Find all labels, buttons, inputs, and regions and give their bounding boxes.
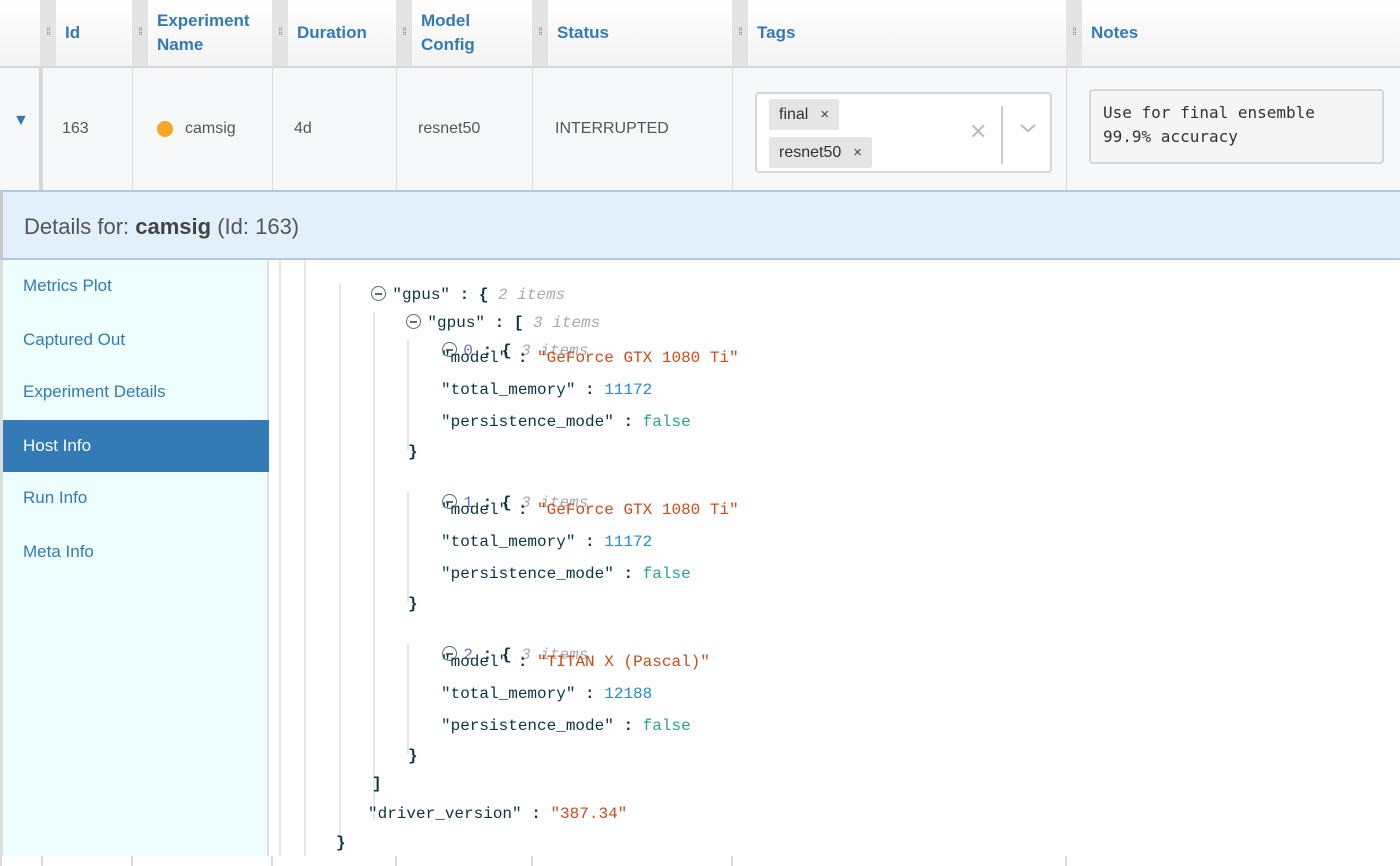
json-field-model: "model" : "GeForce GTX 1080 Ti" [441,349,739,367]
column-header-status[interactable]: ⁞⁞ Status [532,0,732,66]
json-close-brace: } [408,595,418,613]
column-header-notes[interactable]: ⁞⁞ Notes [1066,0,1400,66]
sidebar-item-captured-out[interactable]: Captured Out [3,314,269,366]
column-header-duration[interactable]: ⁞⁞ Duration [272,0,396,66]
divider [1001,106,1003,164]
sidebar-item-metrics-plot[interactable]: Metrics Plot [3,260,269,312]
drag-handle-icon[interactable]: ⁞⁞ [132,0,148,66]
json-field-total-memory: "total_memory" : 11172 [441,533,653,551]
indent-guide [339,284,341,840]
column-header-id[interactable]: ⁞⁞ Id [40,0,132,66]
column-header-tags[interactable]: ⁞⁞ Tags [732,0,1066,66]
cell-experiment-name: camsig [132,68,272,190]
indent-guide [373,312,375,820]
details-title: Details for: camsig (Id: 163) [24,214,300,239]
remove-tag-icon[interactable]: × [820,106,829,123]
table-bottom-strip [0,856,1400,866]
column-divider [41,856,43,866]
header-expand-column [0,0,40,66]
status-dot-icon [157,121,173,137]
column-divider [271,856,273,866]
sidebar-item-run-info[interactable]: Run Info [3,472,269,524]
cell-model-config: resnet50 [396,68,532,190]
row-expand-cell[interactable]: ▼ [0,68,42,190]
json-close-brace: } [336,834,346,852]
tag-chip: resnet50 × [769,137,873,168]
cell-status: INTERRUPTED [532,68,732,190]
json-field-model: "model" : "GeForce GTX 1080 Ti" [441,501,739,519]
table-header: ⁞⁞ Id ⁞⁞ Experiment Name ⁞⁞ Duration ⁞⁞ … [0,0,1400,68]
sidebar-item-meta-info[interactable]: Meta Info [3,526,269,578]
column-divider [531,856,533,866]
chevron-down-icon[interactable] [1019,121,1037,137]
drag-handle-icon[interactable]: ⁞⁞ [1066,0,1082,66]
remove-tag-icon[interactable]: × [853,144,862,161]
table-row[interactable]: ▼ 163 camsig 4d resnet50 INTERRUPTED fin… [0,68,1400,190]
tags-multiselect[interactable]: final × resnet50 × ✕ [755,92,1052,173]
column-header-model-config[interactable]: ⁞⁞ Model Config [396,0,532,66]
notes-textarea[interactable]: Use for final ensemble 99.9% accuracy [1089,89,1384,164]
drag-handle-icon[interactable]: ⁞⁞ [396,0,412,66]
column-divider [731,856,733,866]
json-viewer: "gpus" : { 2 items "gpus" : [ 3 items 0 … [271,260,1400,856]
json-close-brace: } [408,443,418,461]
json-field-persistence-mode: "persistence_mode" : false [441,717,691,735]
details-sidebar: Metrics Plot Captured Out Experiment Det… [0,260,269,856]
tag-chip: final × [769,99,840,130]
column-divider [0,856,2,866]
json-field-total-memory: "total_memory" : 11172 [441,381,653,399]
json-field-total-memory: "total_memory" : 12188 [441,685,653,703]
json-close-bracket: ] [372,775,382,793]
sidebar-item-experiment-details[interactable]: Experiment Details [3,366,269,418]
column-divider [131,856,133,866]
json-field-driver-version: "driver_version" : "387.34" [368,805,628,823]
drag-handle-icon[interactable]: ⁞⁞ [272,0,288,66]
indent-guide [304,260,306,856]
cell-id: 163 [42,68,132,190]
drag-handle-icon[interactable]: ⁞⁞ [40,0,56,66]
column-divider [395,856,397,866]
sidebar-item-host-info[interactable]: Host Info [3,420,269,472]
column-divider [1065,856,1067,866]
column-header-experiment-name[interactable]: ⁞⁞ Experiment Name [132,0,272,66]
drag-handle-icon[interactable]: ⁞⁞ [732,0,748,66]
details-header: Details for: camsig (Id: 163) [0,190,1400,260]
indent-guide [279,260,281,856]
cell-duration: 4d [272,68,396,190]
expand-triangle-icon[interactable]: ▼ [13,112,29,130]
json-field-persistence-mode: "persistence_mode" : false [441,413,691,431]
json-field-model: "model" : "TITAN X (Pascal)" [441,653,710,671]
json-close-brace: } [408,747,418,765]
json-field-persistence-mode: "persistence_mode" : false [441,565,691,583]
drag-handle-icon[interactable]: ⁞⁞ [532,0,548,66]
clear-all-icon[interactable]: ✕ [969,119,987,145]
